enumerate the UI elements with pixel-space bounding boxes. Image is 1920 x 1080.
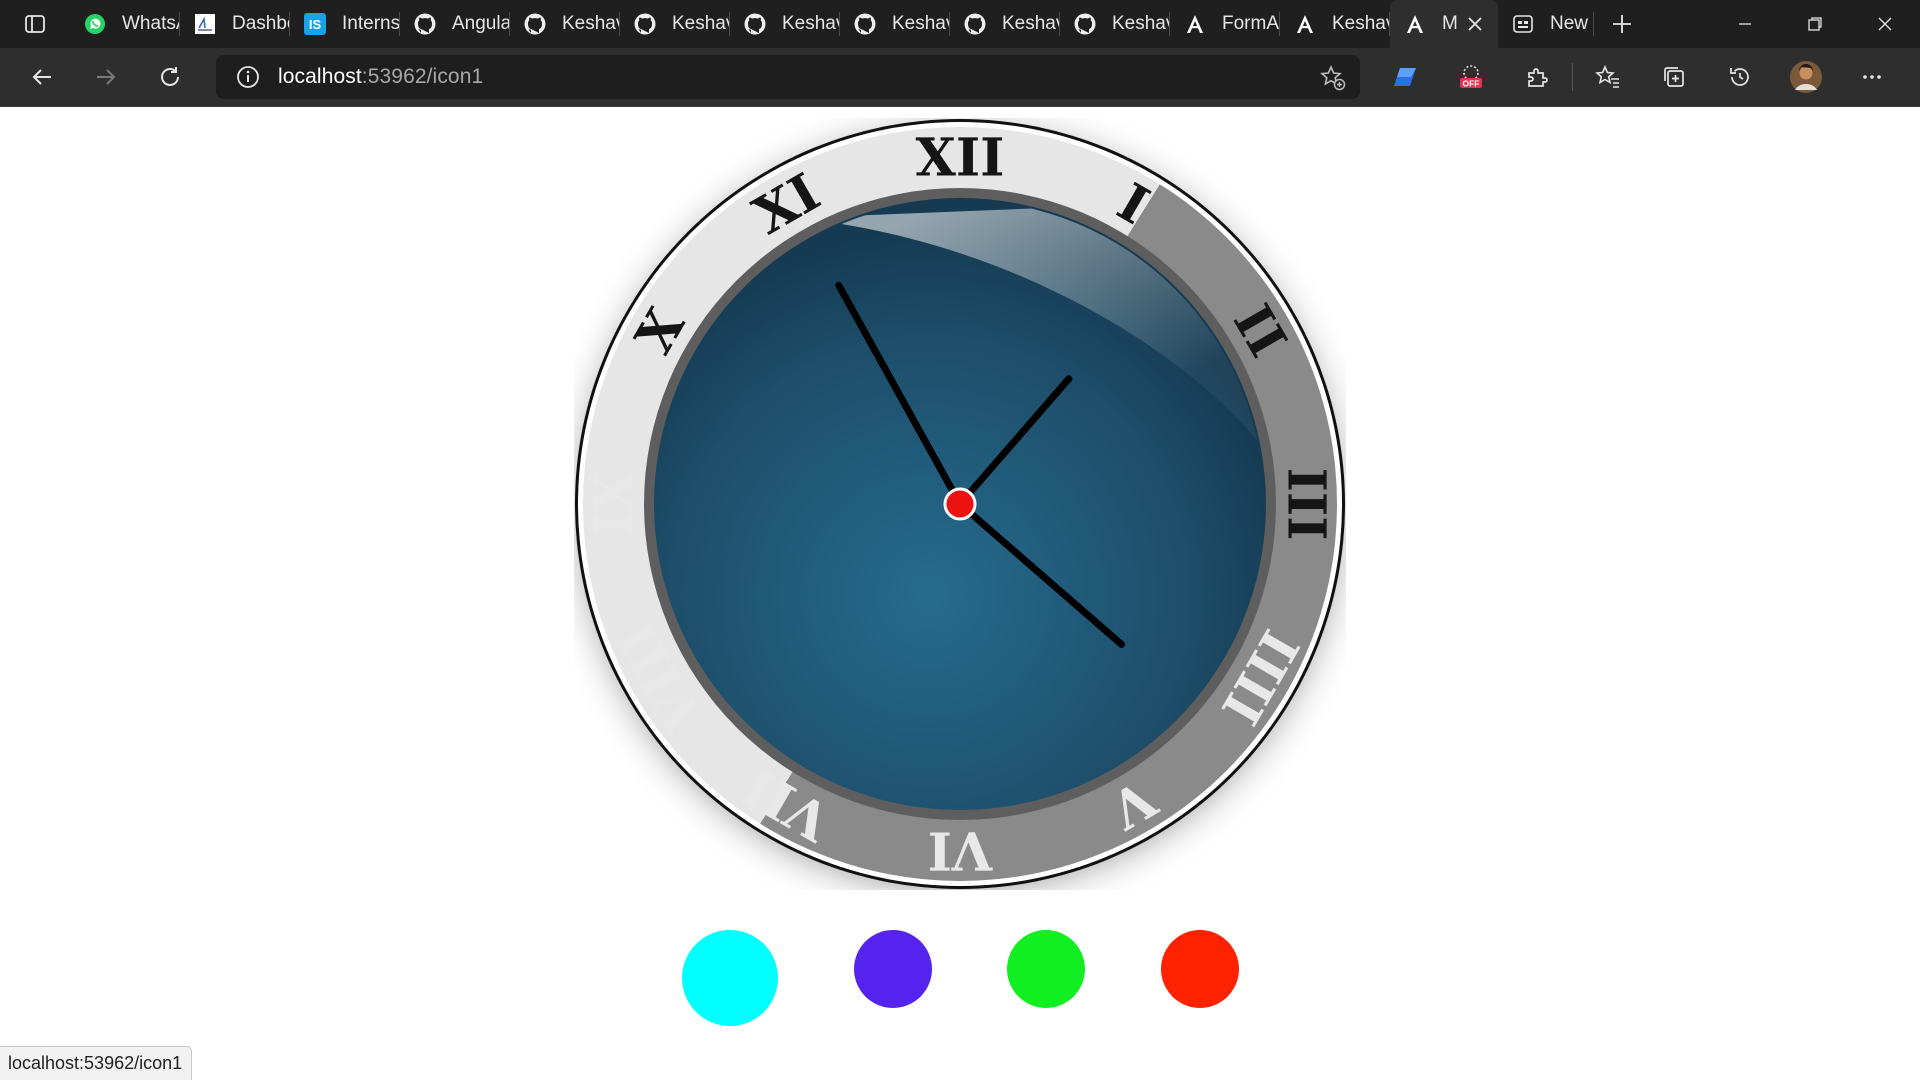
color-button-violet[interactable] (854, 930, 932, 1008)
more-options-icon[interactable] (1839, 48, 1905, 106)
clock-numeral: XII (916, 128, 1005, 189)
tab-label: Keshav (672, 13, 730, 34)
tab-1[interactable]: Dashboard (180, 0, 290, 48)
tab-5[interactable]: Keshav (620, 0, 730, 48)
tab-4[interactable]: Keshav (510, 0, 620, 48)
clock-numeral: III (1276, 468, 1337, 541)
tab-label: Angular (452, 13, 510, 34)
tab-label: M (1442, 13, 1458, 34)
url-path: :53962/icon1 (361, 65, 484, 88)
url-host: localhost (278, 65, 362, 88)
tab-label: Keshav (1002, 13, 1060, 34)
adblock-off-icon[interactable]: OFF (1438, 48, 1504, 106)
tab-label: New tab (1550, 13, 1594, 34)
history-icon[interactable] (1707, 48, 1773, 106)
github-icon (962, 11, 988, 37)
close-icon[interactable] (1464, 13, 1486, 35)
tab-label: Keshav (1112, 13, 1170, 34)
tab-label: Dashboard (232, 13, 290, 34)
clock-center-pin (943, 487, 977, 521)
refresh-icon (161, 67, 179, 86)
color-button-red[interactable] (1161, 930, 1239, 1008)
tab-6[interactable]: Keshav (730, 0, 840, 48)
angular-icon (1182, 11, 1208, 37)
extensions-puzzle-icon[interactable] (1504, 48, 1570, 106)
github-icon (522, 11, 548, 37)
refresh-button[interactable] (138, 48, 202, 106)
tab-8[interactable]: Keshav (950, 0, 1060, 48)
clock-numeral: IX (584, 471, 645, 536)
forward-button[interactable] (74, 48, 138, 106)
tab-0[interactable]: WhatsApp (70, 0, 180, 48)
favorites-icon[interactable] (1575, 48, 1641, 106)
internshala-icon: IS (302, 11, 328, 37)
copilot-extension-icon[interactable] (1372, 48, 1438, 106)
color-button-green[interactable] (1007, 930, 1085, 1008)
svg-text:OFF: OFF (1463, 79, 1480, 89)
tab-label: WhatsApp (122, 13, 180, 34)
svg-text:IS: IS (309, 17, 322, 32)
whatsapp-icon (82, 11, 108, 37)
back-arrow-icon (32, 69, 51, 85)
tab-10[interactable]: FormA (1170, 0, 1280, 48)
angular-icon (1292, 11, 1318, 37)
tab-strip: WhatsApp Dashboard IS Internshala Angular Kes… (0, 0, 1920, 48)
back-button[interactable] (10, 48, 74, 106)
color-button-cyan[interactable] (682, 930, 778, 1026)
page-top-border (0, 106, 1920, 107)
tab-label: Keshav (782, 13, 840, 34)
close-window-icon[interactable] (1850, 0, 1920, 48)
angular-icon (1402, 11, 1428, 37)
toolbar-divider (1572, 63, 1573, 91)
github-icon (852, 11, 878, 37)
tab-actions-icon[interactable] (0, 0, 70, 48)
add-favorite-icon[interactable] (1320, 64, 1346, 91)
window-controls (1710, 0, 1920, 48)
tab-3[interactable]: Angular (400, 0, 510, 48)
toolbar-extensions: OFF (1372, 48, 1905, 106)
status-bar: localhost:53962/icon1 (0, 1046, 192, 1080)
url-text: localhost:53962/icon1 (278, 65, 483, 89)
restore-icon[interactable] (1780, 0, 1850, 48)
tab-label: Internshala (342, 13, 400, 34)
site-info-icon[interactable] (236, 65, 260, 89)
tab-list: WhatsApp Dashboard IS Internshala Angular Kes… (70, 0, 1390, 48)
newtab-page-icon (1510, 11, 1536, 37)
tab-label: Keshav (892, 13, 950, 34)
analog-clock: XII I II III IIII V VI VII VIII IX X XI (574, 118, 1346, 890)
address-bar[interactable]: localhost:53962/icon1 (216, 55, 1360, 99)
tab-7[interactable]: Keshav (840, 0, 950, 48)
browser-toolbar: localhost:53962/icon1 OFF (0, 48, 1920, 106)
tab-label: Keshav (1332, 13, 1390, 34)
dashboard-favicon (192, 11, 218, 37)
tab-2[interactable]: IS Internshala (290, 0, 400, 48)
clock-numeral: VI (928, 820, 994, 881)
minimize-icon[interactable] (1710, 0, 1780, 48)
github-icon (412, 11, 438, 37)
tab-new-tab[interactable]: New tab (1498, 0, 1594, 48)
tab-9[interactable]: Keshav (1060, 0, 1170, 48)
tab-label: Keshav (562, 13, 620, 34)
tab-label: FormA (1222, 13, 1279, 34)
forward-arrow-icon (97, 69, 116, 85)
profile-avatar[interactable] (1773, 48, 1839, 106)
github-icon (1072, 11, 1098, 37)
github-icon (742, 11, 768, 37)
tab-11[interactable]: Keshav (1280, 0, 1390, 48)
collections-icon[interactable] (1641, 48, 1707, 106)
github-icon (632, 11, 658, 37)
tab-active[interactable]: M (1390, 0, 1498, 48)
new-tab-button[interactable] (1600, 0, 1644, 48)
